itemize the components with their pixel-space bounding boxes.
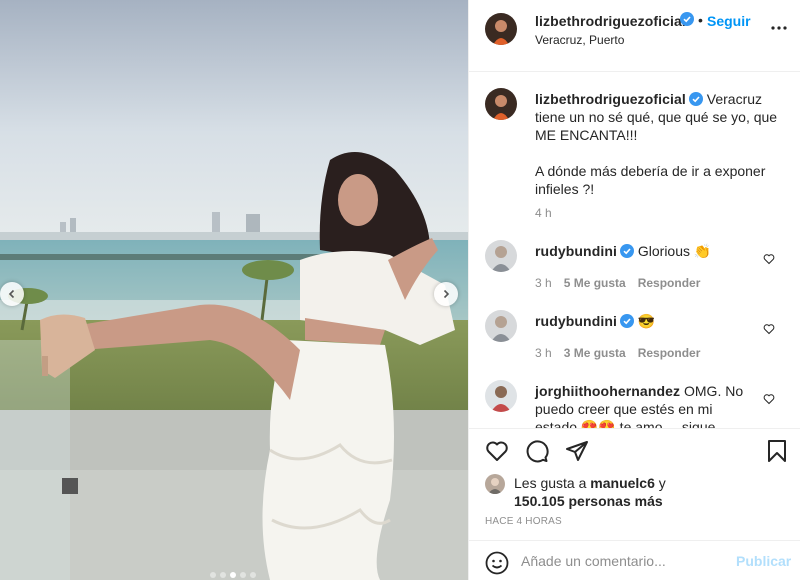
comment-likes[interactable]: 3 Me gusta: [564, 346, 626, 360]
heart-icon[interactable]: [485, 439, 509, 463]
liker-username[interactable]: manuelc6: [590, 475, 655, 491]
verified-icon: [688, 92, 703, 106]
caption-line: [535, 144, 785, 162]
comments-list[interactable]: lizbethrodriguezoficial Veracruz tiene u…: [469, 72, 800, 428]
likes-text: Les gusta a manuelc6 y 150.105 personas …: [514, 474, 666, 510]
reply-button[interactable]: Responder: [638, 346, 701, 360]
add-comment-bar: Publicar: [469, 540, 800, 580]
heart-icon[interactable]: [763, 253, 775, 265]
comment-body: estado 😍😍 te amo ... sigue: [535, 419, 716, 428]
comment-likes[interactable]: 5 Me gusta: [564, 276, 626, 290]
carousel-dot-active: [230, 572, 236, 578]
caption-line: A dónde más debería de ir a exponer: [535, 163, 766, 179]
caption-username[interactable]: lizbethrodriguezoficial: [535, 91, 686, 107]
comment-input[interactable]: [521, 549, 721, 573]
verified-icon: [680, 12, 694, 26]
caption-line: ME ENCANTA!!!: [535, 127, 638, 143]
comment-body: puedo creer que estés en mi: [535, 401, 713, 417]
caption-line: infieles ?!: [535, 181, 595, 197]
chevron-left-icon: [8, 289, 15, 299]
comment-username[interactable]: rudybundini: [535, 243, 617, 259]
likes-summary: Les gusta a manuelc6 y 150.105 personas …: [485, 472, 785, 512]
comment-time: 3 h: [535, 276, 552, 290]
action-bar: [469, 428, 800, 468]
carousel-dot: [210, 572, 216, 578]
comment-body: Glorious 👏: [637, 243, 712, 259]
comment-body: 😎: [637, 313, 656, 329]
comment-username[interactable]: rudybundini: [535, 313, 617, 329]
heart-icon[interactable]: [763, 393, 775, 405]
author-avatar[interactable]: [485, 13, 517, 45]
heart-icon[interactable]: [763, 323, 775, 335]
comment-item: jorghiithoohernandez OMG. No puedo creer…: [485, 380, 785, 428]
reply-button[interactable]: Responder: [638, 276, 701, 290]
carousel-next-button[interactable]: [434, 282, 458, 306]
follow-button[interactable]: Seguir: [707, 13, 751, 29]
comment-body: OMG. No: [684, 383, 744, 399]
comment-text: rudybundini 😎: [535, 312, 765, 330]
caption-line: Veracruz: [706, 91, 763, 107]
comment-item: rudybundini Glorious 👏 3 h 5 Me gusta Resp…: [485, 240, 785, 300]
comment-item: rudybundini 😎 3 h 3 Me gusta Responder: [485, 310, 785, 370]
comment-text: jorghiithoohernandez OMG. No puedo creer…: [535, 382, 765, 428]
post-photo[interactable]: [0, 0, 468, 580]
emoji-icon[interactable]: [485, 551, 509, 575]
caption-line: tiene un no sé qué, que qué se yo, que: [535, 109, 778, 125]
author-avatar[interactable]: [485, 88, 517, 120]
comment-meta: 3 h 5 Me gusta Responder: [535, 276, 700, 290]
post-location[interactable]: Veracruz, Puerto: [535, 33, 624, 47]
verified-icon: [619, 314, 634, 328]
post-time-ago: HACE 4 HORAS: [485, 516, 562, 527]
carousel-dot: [220, 572, 226, 578]
commenter-avatar[interactable]: [485, 380, 517, 412]
carousel-prev-button[interactable]: [0, 282, 24, 306]
author-username[interactable]: lizbethrodriguezoficial: [535, 13, 686, 29]
separator-dot: •: [698, 12, 703, 28]
caption-text: lizbethrodriguezoficial Veracruz tiene u…: [535, 90, 785, 198]
comment-text: rudybundini Glorious 👏: [535, 242, 765, 260]
post-header: lizbethrodriguezoficial • Seguir Veracru…: [469, 0, 800, 72]
more-icon[interactable]: [771, 26, 787, 30]
publish-button[interactable]: Publicar: [736, 553, 791, 569]
commenter-avatar[interactable]: [485, 310, 517, 342]
share-icon[interactable]: [565, 439, 589, 463]
post-side-panel: lizbethrodriguezoficial • Seguir Veracru…: [468, 0, 800, 580]
carousel-dot: [250, 572, 256, 578]
carousel-dot: [240, 572, 246, 578]
comment-meta: 3 h 3 Me gusta Responder: [535, 346, 700, 360]
chevron-right-icon: [443, 289, 450, 299]
comment-username[interactable]: jorghiithoohernandez: [535, 383, 680, 399]
likes-suffix: y: [658, 475, 666, 491]
caption-timestamp: 4 h: [535, 206, 552, 220]
comment-icon[interactable]: [525, 439, 549, 463]
carousel-dots: [210, 572, 256, 578]
comment-time: 3 h: [535, 346, 552, 360]
bookmark-icon[interactable]: [765, 439, 789, 463]
commenter-avatar[interactable]: [485, 240, 517, 272]
photo-image: [0, 0, 468, 580]
liker-avatar[interactable]: [485, 474, 505, 494]
likes-count[interactable]: 150.105 personas más: [514, 493, 663, 509]
likes-prefix: Les gusta a: [514, 475, 587, 491]
verified-icon: [619, 244, 634, 258]
